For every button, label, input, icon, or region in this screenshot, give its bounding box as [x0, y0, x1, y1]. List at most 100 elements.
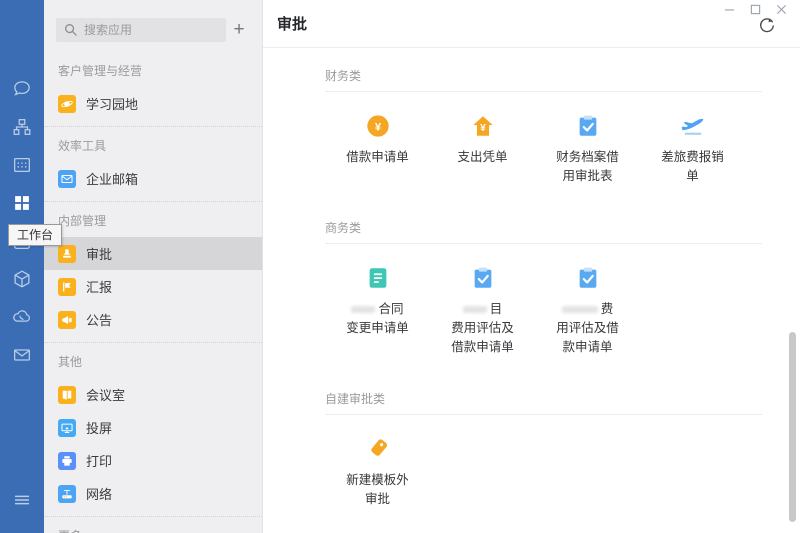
sidebar-item-label: 审批	[86, 244, 112, 263]
label-text: 用审批表	[562, 169, 612, 183]
label-text: 用评估及借	[556, 321, 619, 335]
rail-chat-icon[interactable]	[0, 70, 44, 108]
cast-screen-icon	[58, 419, 76, 437]
app-label-line: 财务档案借	[556, 148, 619, 167]
tag-icon	[365, 434, 391, 462]
label-text: 目	[490, 302, 503, 316]
sidebar-item-cast-screen[interactable]: 投屏	[44, 411, 262, 444]
envelope-icon	[58, 170, 76, 188]
sidebar-item-label: 投屏	[86, 418, 112, 437]
app-item-label: 目费用评估及借款申请单	[451, 300, 514, 357]
rail-cloud-call-icon[interactable]	[0, 298, 44, 336]
refresh-icon[interactable]	[756, 15, 778, 37]
search-input[interactable]	[56, 18, 226, 42]
sidebar-item-label: 会议室	[86, 385, 125, 404]
sidebar-item-door[interactable]: 会议室	[44, 378, 262, 411]
approval-section: 商务类合同变更申请单目费用评估及借款申请单费用评估及借款申请单	[325, 210, 762, 361]
sidebar-item-envelope[interactable]: 企业邮箱	[44, 162, 262, 195]
search-box	[56, 18, 226, 42]
sidebar-group: 其他会议室投屏打印网络	[44, 342, 262, 510]
add-app-button[interactable]: +	[226, 18, 252, 42]
airplane-icon	[680, 111, 706, 139]
app-item-doc-lines[interactable]: 合同变更申请单	[325, 263, 430, 357]
app-label-line: 合同	[346, 300, 409, 319]
app-label-line: 用评估及借	[556, 319, 619, 338]
label-text: 费	[601, 302, 614, 316]
app-item-yen-circle[interactable]: ¥ 借款申请单	[325, 111, 430, 186]
section-label: 商务类	[325, 210, 762, 243]
yen-circle-icon: ¥	[365, 111, 391, 139]
megaphone-icon	[58, 311, 76, 329]
app-item-label: 新建模板外审批	[346, 471, 409, 509]
label-text: 借款申请单	[346, 150, 409, 164]
label-text: 变更申请单	[346, 321, 409, 335]
section-label: 自建审批类	[325, 381, 762, 414]
sidebar-item-stamp[interactable]: 审批	[44, 237, 262, 270]
clipboard-check-icon	[470, 263, 496, 291]
stamp-icon	[58, 245, 76, 263]
sidebar-item-label: 学习园地	[86, 94, 138, 113]
page-title: 审批	[277, 13, 307, 34]
scrollbar-thumb[interactable]	[789, 332, 796, 522]
sidebar-item-label: 打印	[86, 451, 112, 470]
app-item-clipboard-check[interactable]: 目费用评估及借款申请单	[430, 263, 535, 357]
main-panel: 审批 财务类¥借款申请单¥支出凭单财务档案借用审批表差旅费报销单商务类合同变更申…	[263, 0, 800, 533]
sidebar-item-label: 公告	[86, 310, 112, 329]
minimize-icon[interactable]	[716, 0, 742, 18]
label-text: 差旅费报销	[661, 150, 724, 164]
clipboard-check-icon	[575, 111, 601, 139]
sidebar-group: 客户管理与经营学习园地	[44, 52, 262, 120]
rail-workdrive-box-icon[interactable]	[0, 260, 44, 298]
label-text: 财务档案借	[556, 150, 619, 164]
app-grid: 合同变更申请单目费用评估及借款申请单费用评估及借款申请单	[325, 244, 762, 361]
redacted-text	[351, 306, 375, 313]
window-controls	[716, 0, 794, 18]
app-label-line: 新建模板外	[346, 471, 409, 490]
svg-text:¥: ¥	[480, 123, 486, 134]
sidebar-item-printer[interactable]: 打印	[44, 444, 262, 477]
sidebar-item-label: 汇报	[86, 277, 112, 296]
app-item-tag[interactable]: 新建模板外审批	[325, 434, 430, 509]
app-label-line: 差旅费报销	[661, 148, 724, 167]
redacted-text	[562, 306, 598, 313]
rail-org-contacts-icon[interactable]	[0, 108, 44, 146]
study-planet-icon	[58, 95, 76, 113]
group-label: 效率工具	[44, 127, 262, 162]
label-text: 新建模板外	[346, 473, 409, 487]
app-window: + 客户管理与经营学习园地效率工具企业邮箱内部管理审批汇报公告其他会议室投屏打印…	[0, 0, 800, 533]
app-item-clipboard-check[interactable]: 财务档案借用审批表	[535, 111, 640, 186]
search-row: +	[44, 18, 262, 42]
sidebar-item-flag[interactable]: 汇报	[44, 270, 262, 303]
approval-section: 财务类¥借款申请单¥支出凭单财务档案借用审批表差旅费报销单	[325, 58, 762, 190]
approval-content: 财务类¥借款申请单¥支出凭单财务档案借用审批表差旅费报销单商务类合同变更申请单目…	[263, 48, 800, 513]
section-label: 财务类	[325, 58, 762, 91]
sidebar-item-megaphone[interactable]: 公告	[44, 303, 262, 336]
clipboard-check-icon	[575, 263, 601, 291]
app-item-clipboard-check[interactable]: 费用评估及借款申请单	[535, 263, 640, 357]
app-item-airplane[interactable]: 差旅费报销单	[640, 111, 745, 186]
maximize-icon[interactable]	[742, 0, 768, 18]
sidebar-item-network-router[interactable]: 网络	[44, 477, 262, 510]
rail-calendar-icon[interactable]	[0, 146, 44, 184]
app-label-line: 审批	[346, 490, 409, 509]
app-item-yen-house[interactable]: ¥ 支出凭单	[430, 111, 535, 186]
close-icon[interactable]	[768, 0, 794, 18]
app-label-line: 借款申请单	[346, 148, 409, 167]
left-rail	[0, 0, 44, 533]
app-label-line: 借款申请单	[451, 338, 514, 357]
app-label-line: 用审批表	[556, 167, 619, 186]
rail-mail-icon[interactable]	[0, 336, 44, 374]
doc-lines-icon	[365, 263, 391, 291]
sidebar-item-study-planet[interactable]: 学习园地	[44, 87, 262, 120]
svg-text:¥: ¥	[374, 121, 381, 133]
printer-icon	[58, 452, 76, 470]
label-text: 支出凭单	[457, 150, 507, 164]
app-grid: ¥借款申请单¥支出凭单财务档案借用审批表差旅费报销单	[325, 92, 762, 190]
network-router-icon	[58, 485, 76, 503]
redacted-text	[463, 306, 487, 313]
rail-workbench-icon[interactable]	[0, 184, 44, 222]
app-item-label: 差旅费报销单	[661, 148, 724, 186]
app-item-label: 费用评估及借款申请单	[556, 300, 619, 357]
sidebar-groups: 客户管理与经营学习园地效率工具企业邮箱内部管理审批汇报公告其他会议室投屏打印网络…	[44, 52, 262, 533]
rail-menu-icon[interactable]	[0, 481, 44, 519]
